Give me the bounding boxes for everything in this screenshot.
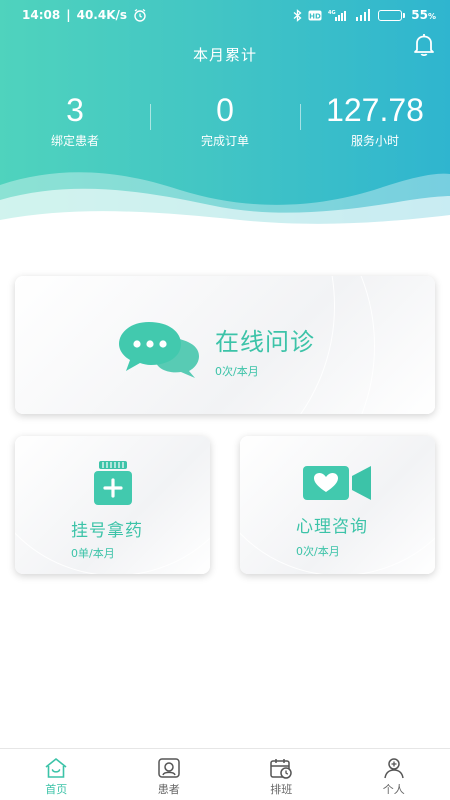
register-medicine-card[interactable]: 挂号拿药 0单/本月 <box>15 436 210 574</box>
svg-text:HD: HD <box>309 12 321 20</box>
psychological-consultation-card[interactable]: 心理咨询 0次/本月 <box>240 436 435 574</box>
4g-signal-icon: 4G <box>328 10 347 21</box>
person-icon <box>384 758 404 779</box>
stat-label: 完成订单 <box>200 134 249 148</box>
video-heart-icon <box>303 466 371 500</box>
card-title: 在线问诊 <box>215 328 315 356</box>
battery-percent: 55% <box>411 8 436 22</box>
home-icon <box>45 758 67 778</box>
card-subtitle: 0次/本月 <box>215 365 259 378</box>
card-subtitle: 0次/本月 <box>296 545 340 558</box>
patient-icon <box>158 758 180 778</box>
stat-value: 3 <box>66 92 84 128</box>
status-time: 14:08 <box>22 8 61 22</box>
bell-icon[interactable] <box>412 32 436 58</box>
stat-service-hours[interactable]: 127.78 服务小时 <box>300 92 450 152</box>
tab-label: 个人 <box>382 783 405 796</box>
signal-icon <box>356 9 371 21</box>
tab-patients[interactable]: 患者 <box>113 749 226 800</box>
monthly-stats: 3 绑定患者 0 完成订单 127.78 服务小时 <box>0 92 450 152</box>
tab-label: 患者 <box>157 783 180 796</box>
card-title: 心理咨询 <box>296 517 368 537</box>
online-consultation-card[interactable]: 在线问诊 0次/本月 <box>15 276 435 414</box>
stat-divider <box>300 104 301 130</box>
tab-schedule[interactable]: 排班 <box>225 749 338 800</box>
battery-icon <box>378 9 406 21</box>
stat-bound-patients[interactable]: 3 绑定患者 <box>0 92 150 152</box>
header-wave <box>0 172 450 250</box>
svg-text:4G: 4G <box>328 10 336 16</box>
card-subtitle: 0单/本月 <box>71 547 115 560</box>
chat-bubbles-icon <box>119 322 199 378</box>
stat-label: 服务小时 <box>350 134 399 148</box>
network-speed: 40.4K/s <box>76 8 128 22</box>
stat-value: 0 <box>216 92 234 128</box>
tab-label: 首页 <box>45 783 68 796</box>
alarm-icon <box>134 8 146 22</box>
bluetooth-icon <box>293 8 302 22</box>
stat-completed-orders[interactable]: 0 完成订单 <box>150 92 300 152</box>
stat-label: 绑定患者 <box>50 134 99 148</box>
medicine-bottle-icon <box>94 461 132 505</box>
page-title: 本月累计 <box>192 46 257 64</box>
hd-icon: HD <box>308 10 322 20</box>
tab-home[interactable]: 首页 <box>0 749 113 800</box>
tab-profile[interactable]: 个人 <box>338 749 450 800</box>
tab-label: 排班 <box>270 783 293 796</box>
status-bar: 14:08 | 40.4K/s HD 4G 55% <box>22 8 436 22</box>
card-title: 挂号拿药 <box>71 521 143 541</box>
bottom-tab-bar: 首页 患者 排班 个人 <box>0 748 450 800</box>
stat-value: 127.78 <box>326 92 424 128</box>
stat-divider <box>150 104 151 130</box>
calendar-clock-icon <box>270 759 292 779</box>
